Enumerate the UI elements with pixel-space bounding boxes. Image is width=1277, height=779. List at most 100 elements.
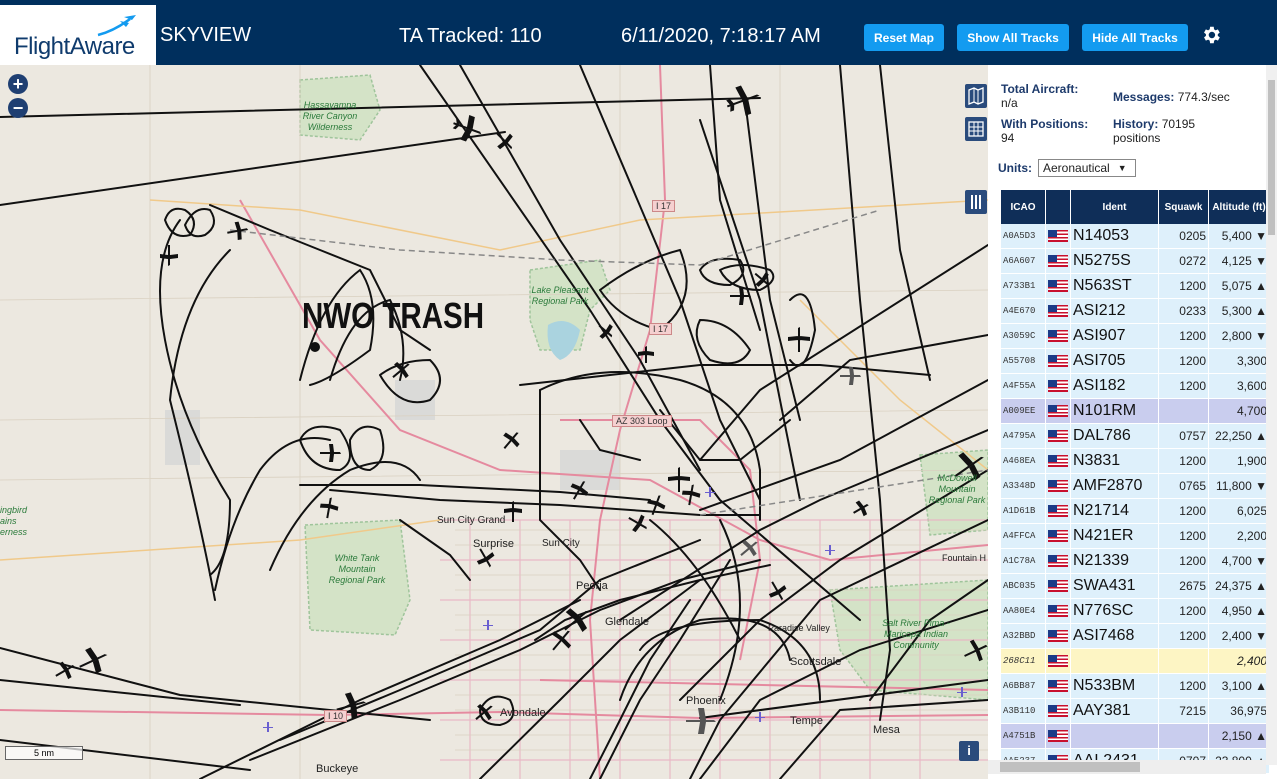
clock: 6/11/2020, 7:18:17 AM	[621, 25, 821, 47]
cell-icao: AA80E4	[1001, 599, 1045, 624]
zoom-in-button[interactable]: +	[8, 74, 28, 94]
table-row[interactable]: A3B110 AAY381 7215 36,975	[1001, 699, 1269, 724]
info-icon[interactable]: i	[959, 741, 979, 761]
flag-icon	[1046, 374, 1070, 399]
cell-ident: N101RM	[1071, 399, 1158, 424]
table-row[interactable]: A009EE N101RM 4,700	[1001, 399, 1269, 424]
columns-icon[interactable]	[965, 190, 987, 214]
cell-squawk: 7215	[1159, 699, 1208, 724]
table-row[interactable]: A6BB87 N533BM 1200 3,100 ▲	[1001, 674, 1269, 699]
cell-squawk: 1200	[1159, 624, 1208, 649]
map-scale: 5 nm	[5, 746, 83, 760]
panel-scroll-thumb[interactable]	[1268, 80, 1275, 235]
flag-icon	[1046, 324, 1070, 349]
with-positions: With Positions: 94	[1001, 117, 1088, 145]
flag-icon	[1046, 699, 1070, 724]
road-shield-i10: I 10	[324, 710, 348, 722]
table-row[interactable]: A733B1 N563ST 1200 5,075 ▲	[1001, 274, 1269, 299]
table-row[interactable]: A3059C ASI907 1200 2,800 ▼	[1001, 324, 1269, 349]
table-row[interactable]: A6A607 N5275S 0272 4,125 ▼	[1001, 249, 1269, 274]
table-row[interactable]: A1D61B N21714 1200 6,025	[1001, 499, 1269, 524]
cell-altitude: 11,800 ▼	[1209, 474, 1269, 499]
us-flag-icon	[1048, 679, 1068, 692]
col-squawk[interactable]: Squawk	[1159, 190, 1208, 224]
cell-altitude: 2,200	[1209, 524, 1269, 549]
map-grid-icon[interactable]	[965, 117, 987, 141]
col-altitude[interactable]: Altitude (ft)	[1209, 190, 1269, 224]
road-shield-i17b: I 17	[649, 323, 673, 335]
gear-icon[interactable]	[1200, 24, 1222, 46]
park-label-hassayampa: Hassayampa River Canyon Wilderness	[302, 100, 358, 132]
table-row[interactable]: A32BBD ASI7468 1200 2,400 ▼	[1001, 624, 1269, 649]
flightaware-logo[interactable]: FlightAware	[0, 5, 156, 65]
table-row[interactable]: A55708 ASI705 1200 3,300	[1001, 349, 1269, 374]
flag-icon	[1046, 674, 1070, 699]
us-flag-icon	[1048, 479, 1068, 492]
cell-icao: A4F55A	[1001, 374, 1045, 399]
messages-label: Messages:	[1113, 90, 1175, 104]
table-row[interactable]: A4795A DAL786 0757 22,250 ▲	[1001, 424, 1269, 449]
park-label-salt-river: Salt River Pima - Maricopa Indian Commun…	[882, 618, 950, 650]
cell-icao: A1D61B	[1001, 499, 1045, 524]
cell-squawk: 1200	[1159, 674, 1208, 699]
cell-altitude: 5,075 ▲	[1209, 274, 1269, 299]
cell-icao: A3B110	[1001, 699, 1045, 724]
map-layers-icon[interactable]	[965, 84, 987, 108]
zoom-out-button[interactable]: −	[8, 98, 28, 118]
flag-icon	[1046, 724, 1070, 749]
col-ident[interactable]: Ident	[1071, 190, 1158, 224]
table-row[interactable]: A4FFCA N421ER 1200 2,200	[1001, 524, 1269, 549]
us-flag-icon	[1048, 729, 1068, 742]
cell-icao: A3059C	[1001, 324, 1045, 349]
cell-altitude: 4,700	[1209, 399, 1269, 424]
cell-icao: ABC035	[1001, 574, 1045, 599]
city-mesa: Mesa	[873, 724, 900, 736]
cell-altitude: 2,400 ▼	[1209, 624, 1269, 649]
city-sun-city-grand: Sun City Grand	[437, 515, 506, 526]
hide-all-tracks-button[interactable]: Hide All Tracks	[1082, 24, 1188, 51]
table-row[interactable]: A4E670 ASI212 0233 5,300 ▲	[1001, 299, 1269, 324]
cell-altitude: 4,125 ▼	[1209, 249, 1269, 274]
table-row[interactable]: A0A5D3 N14053 0205 5,400 ▼	[1001, 224, 1269, 249]
cell-icao: A468EA	[1001, 449, 1045, 474]
table-row[interactable]: ABC035 SWA431 2675 24,375 ▲	[1001, 574, 1269, 599]
city-buckeye: Buckeye	[316, 763, 359, 775]
cell-ident: N14053	[1071, 224, 1158, 249]
show-all-tracks-button[interactable]: Show All Tracks	[957, 24, 1069, 51]
table-row[interactable]: 268C11 2,400	[1001, 649, 1269, 674]
cell-squawk: 1200	[1159, 349, 1208, 374]
cell-squawk: 1200	[1159, 274, 1208, 299]
road-shield-az303: AZ 303 Loop	[612, 415, 672, 427]
us-flag-icon	[1048, 629, 1068, 642]
map-canvas[interactable]: NWO TRASH Hassayampa River Canyon Wilder…	[0, 65, 988, 779]
units-dropdown[interactable]: Aeronautical ▼	[1038, 159, 1136, 177]
cell-ident: N5275S	[1071, 249, 1158, 274]
table-header-row: ICAO Ident Squawk Altitude (ft)	[1001, 190, 1269, 224]
us-flag-icon	[1048, 354, 1068, 367]
cell-altitude: 2,800 ▼	[1209, 324, 1269, 349]
cell-altitude: 36,975	[1209, 699, 1269, 724]
table-row[interactable]: A1C78A N21339 1200 4,700 ▼	[1001, 549, 1269, 574]
table-row[interactable]: A4F55A ASI182 1200 3,600	[1001, 374, 1269, 399]
table-row[interactable]: A468EA N3831 1200 1,900	[1001, 449, 1269, 474]
us-flag-icon	[1048, 229, 1068, 242]
cell-squawk: 1200	[1159, 499, 1208, 524]
us-flag-icon	[1048, 529, 1068, 542]
us-flag-icon	[1048, 654, 1068, 667]
city-avondale: Avondale	[500, 707, 546, 719]
cell-squawk	[1159, 724, 1208, 749]
cell-icao: A4FFCA	[1001, 524, 1045, 549]
cell-icao: 268C11	[1001, 649, 1045, 674]
cell-icao: A55708	[1001, 349, 1045, 374]
cell-icao: A32BBD	[1001, 624, 1045, 649]
table-row[interactable]: A3348D AMF2870 0765 11,800 ▼	[1001, 474, 1269, 499]
reset-map-button[interactable]: Reset Map	[864, 24, 944, 51]
logo-text: FlightAware	[14, 33, 135, 60]
table-row[interactable]: AA80E4 N776SC 1200 4,950 ▲	[1001, 599, 1269, 624]
app-title: SKYVIEW	[160, 24, 252, 46]
cell-altitude: 3,300	[1209, 349, 1269, 374]
table-row[interactable]: A4751B 2,150 ▲	[1001, 724, 1269, 749]
flag-icon	[1046, 274, 1070, 299]
col-icao[interactable]: ICAO	[1001, 190, 1045, 224]
table-hscroll-thumb[interactable]	[1000, 762, 1140, 772]
